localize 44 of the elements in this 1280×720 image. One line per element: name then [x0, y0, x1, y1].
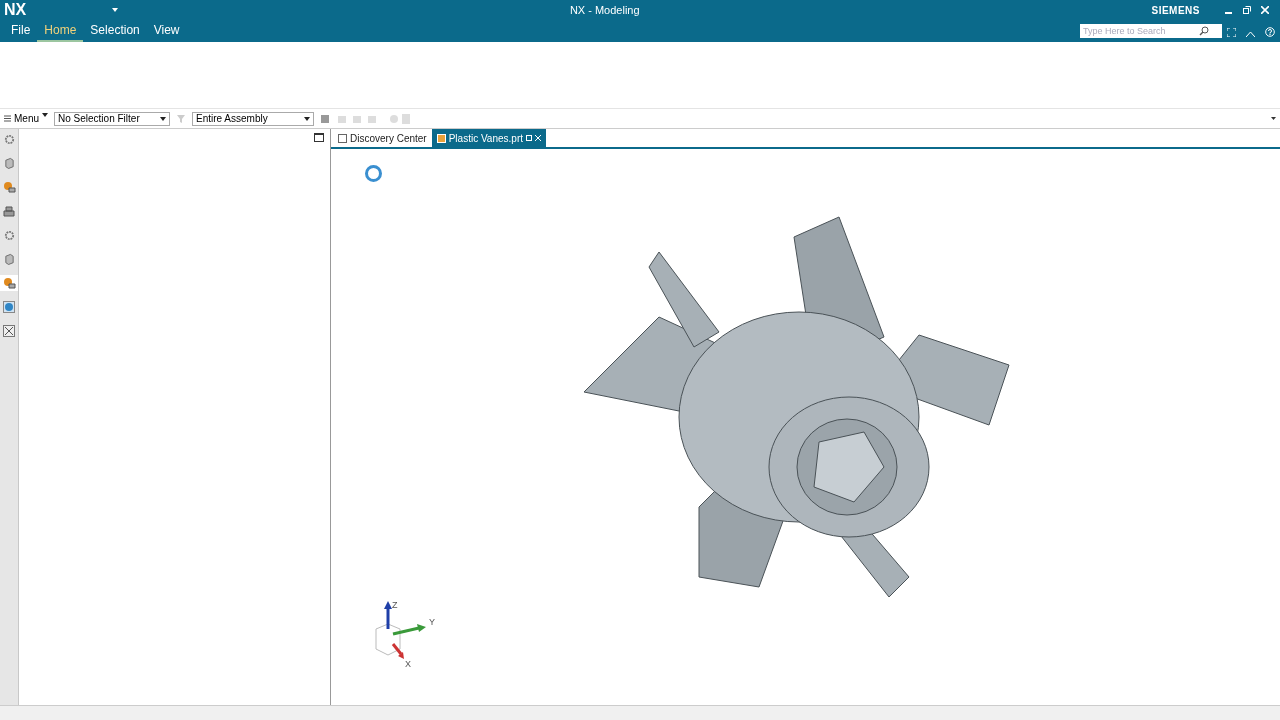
gear-icon: [3, 229, 15, 241]
caret-icon[interactable]: [1271, 117, 1276, 120]
scope-dropdown[interactable]: Entire Assembly: [192, 111, 314, 126]
file-icon: [436, 133, 446, 143]
menu-tab[interactable]: Selection: [83, 23, 147, 42]
sidebar-tool[interactable]: [0, 323, 18, 339]
loading-spinner: [365, 165, 382, 182]
document-tab[interactable]: Plastic Vanes.prt: [431, 129, 546, 147]
caret-icon[interactable]: [112, 8, 118, 12]
sidebar-tool[interactable]: [0, 275, 18, 291]
x-axis-label: X: [405, 659, 411, 669]
menu-icon: [4, 115, 11, 122]
cube-icon: [3, 157, 15, 169]
app-logo: NX: [4, 1, 28, 19]
assembly-icon: [2, 181, 16, 193]
gear-icon: [3, 133, 15, 145]
brand-name: SIEMENS: [1151, 4, 1200, 16]
menu-tab[interactable]: File: [4, 23, 38, 42]
menu-button[interactable]: Menu: [4, 113, 48, 124]
axis-triad-drawing: [375, 601, 426, 659]
assembly-icon: [2, 277, 16, 289]
network-icon: [3, 325, 15, 337]
caret-icon[interactable]: [160, 116, 166, 121]
selection-filter-dropdown[interactable]: No Selection Filter: [54, 111, 170, 126]
menu-tab[interactable]: View: [146, 23, 187, 42]
sidebar-tool[interactable]: [0, 299, 18, 315]
menu-tab[interactable]: Home: [37, 23, 84, 42]
search-icon[interactable]: [1199, 26, 1209, 36]
document-tab[interactable]: Discovery Center: [333, 129, 432, 147]
z-axis-label: Z: [392, 600, 398, 610]
y-axis-label: Y: [429, 617, 435, 627]
maximize-icon[interactable]: [314, 133, 324, 142]
selection-tools-icon[interactable]: [320, 112, 410, 125]
window-title: NX - Modeling: [568, 4, 641, 16]
sidebar-tool[interactable]: [0, 203, 18, 219]
cube-icon: [3, 253, 15, 265]
globe-icon: [3, 301, 15, 313]
file-icon: [338, 133, 347, 143]
close-icon[interactable]: [535, 135, 541, 141]
caret-icon[interactable]: [42, 113, 48, 117]
caret-icon[interactable]: [304, 116, 310, 121]
pin-icon[interactable]: [526, 135, 532, 141]
search-field[interactable]: Type Here to Search: [1080, 24, 1222, 38]
printer-icon: [3, 205, 15, 217]
